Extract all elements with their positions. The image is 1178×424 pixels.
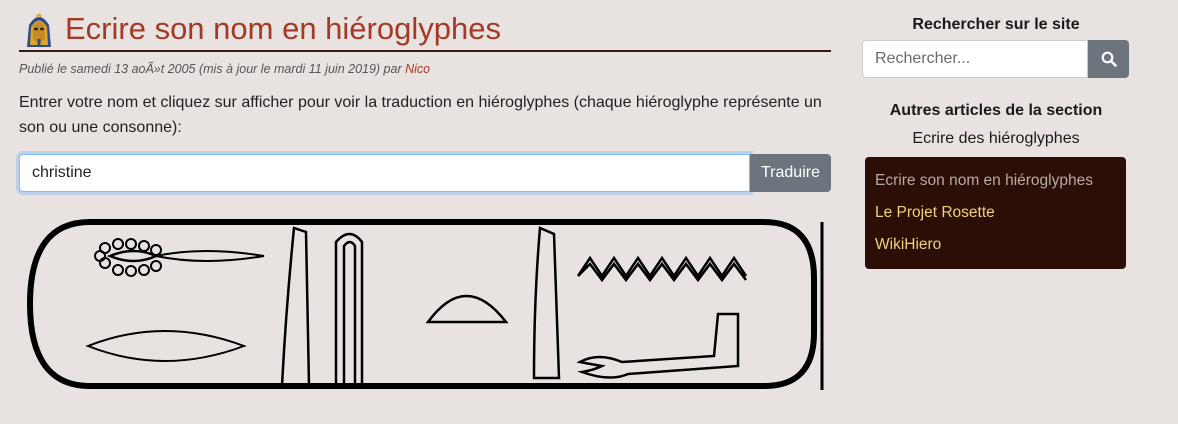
glyph-ch-rope bbox=[94, 238, 265, 277]
glyph-n-water bbox=[576, 255, 748, 283]
search-icon bbox=[1101, 51, 1117, 67]
search-form bbox=[862, 40, 1129, 78]
article-item-current: Ecrire son nom en hiéroglyphes bbox=[875, 172, 1093, 189]
articles-heading: Autres articles de la section bbox=[889, 102, 1103, 119]
page-title: Ecrire son nom en hiéroglyphes bbox=[65, 11, 501, 46]
main-content: Ecrire son nom en hiéroglyphes Publié le… bbox=[19, 8, 831, 192]
article-item-wikihiero[interactable]: WikiHiero bbox=[875, 229, 1116, 261]
glyph-i-reed-2 bbox=[532, 226, 561, 380]
pharaoh-mask-icon bbox=[27, 13, 51, 47]
title-bar: Ecrire son nom en hiéroglyphes bbox=[19, 8, 831, 52]
publish-info: Publié le samedi 13 aoÃ»t 2005 (mis à jo… bbox=[19, 62, 406, 76]
translate-button[interactable]: Traduire bbox=[750, 154, 831, 192]
glyph-r-mouth bbox=[85, 330, 247, 362]
article-list: Ecrire son nom en hiéroglyphes Le Projet… bbox=[865, 157, 1126, 269]
article-item-rosette[interactable]: Le Projet Rosette bbox=[875, 197, 1116, 229]
name-input[interactable] bbox=[19, 154, 750, 192]
hieroglyph-cartouche bbox=[26, 219, 824, 390]
search-input[interactable] bbox=[862, 40, 1088, 78]
sidebar: Rechercher sur le site Autres articles d… bbox=[862, 0, 1130, 269]
glyph-t-bread bbox=[425, 294, 509, 324]
glyph-e-arm bbox=[576, 312, 740, 379]
intro-text: Entrer votre nom et cliquez sur afficher… bbox=[19, 94, 822, 136]
article-meta: Publié le samedi 13 aoÃ»t 2005 (mis à jo… bbox=[19, 62, 831, 76]
author-link[interactable]: Nico bbox=[405, 62, 430, 76]
search-heading: Rechercher sur le site bbox=[912, 16, 1080, 33]
glyph-s-cloth bbox=[334, 232, 364, 388]
section-name: Ecrire des hiéroglyphes bbox=[912, 130, 1080, 147]
search-button[interactable] bbox=[1088, 40, 1129, 78]
glyph-i-reed-1 bbox=[280, 226, 311, 388]
name-form: Traduire bbox=[19, 154, 831, 192]
cartouche-outline bbox=[26, 219, 817, 389]
